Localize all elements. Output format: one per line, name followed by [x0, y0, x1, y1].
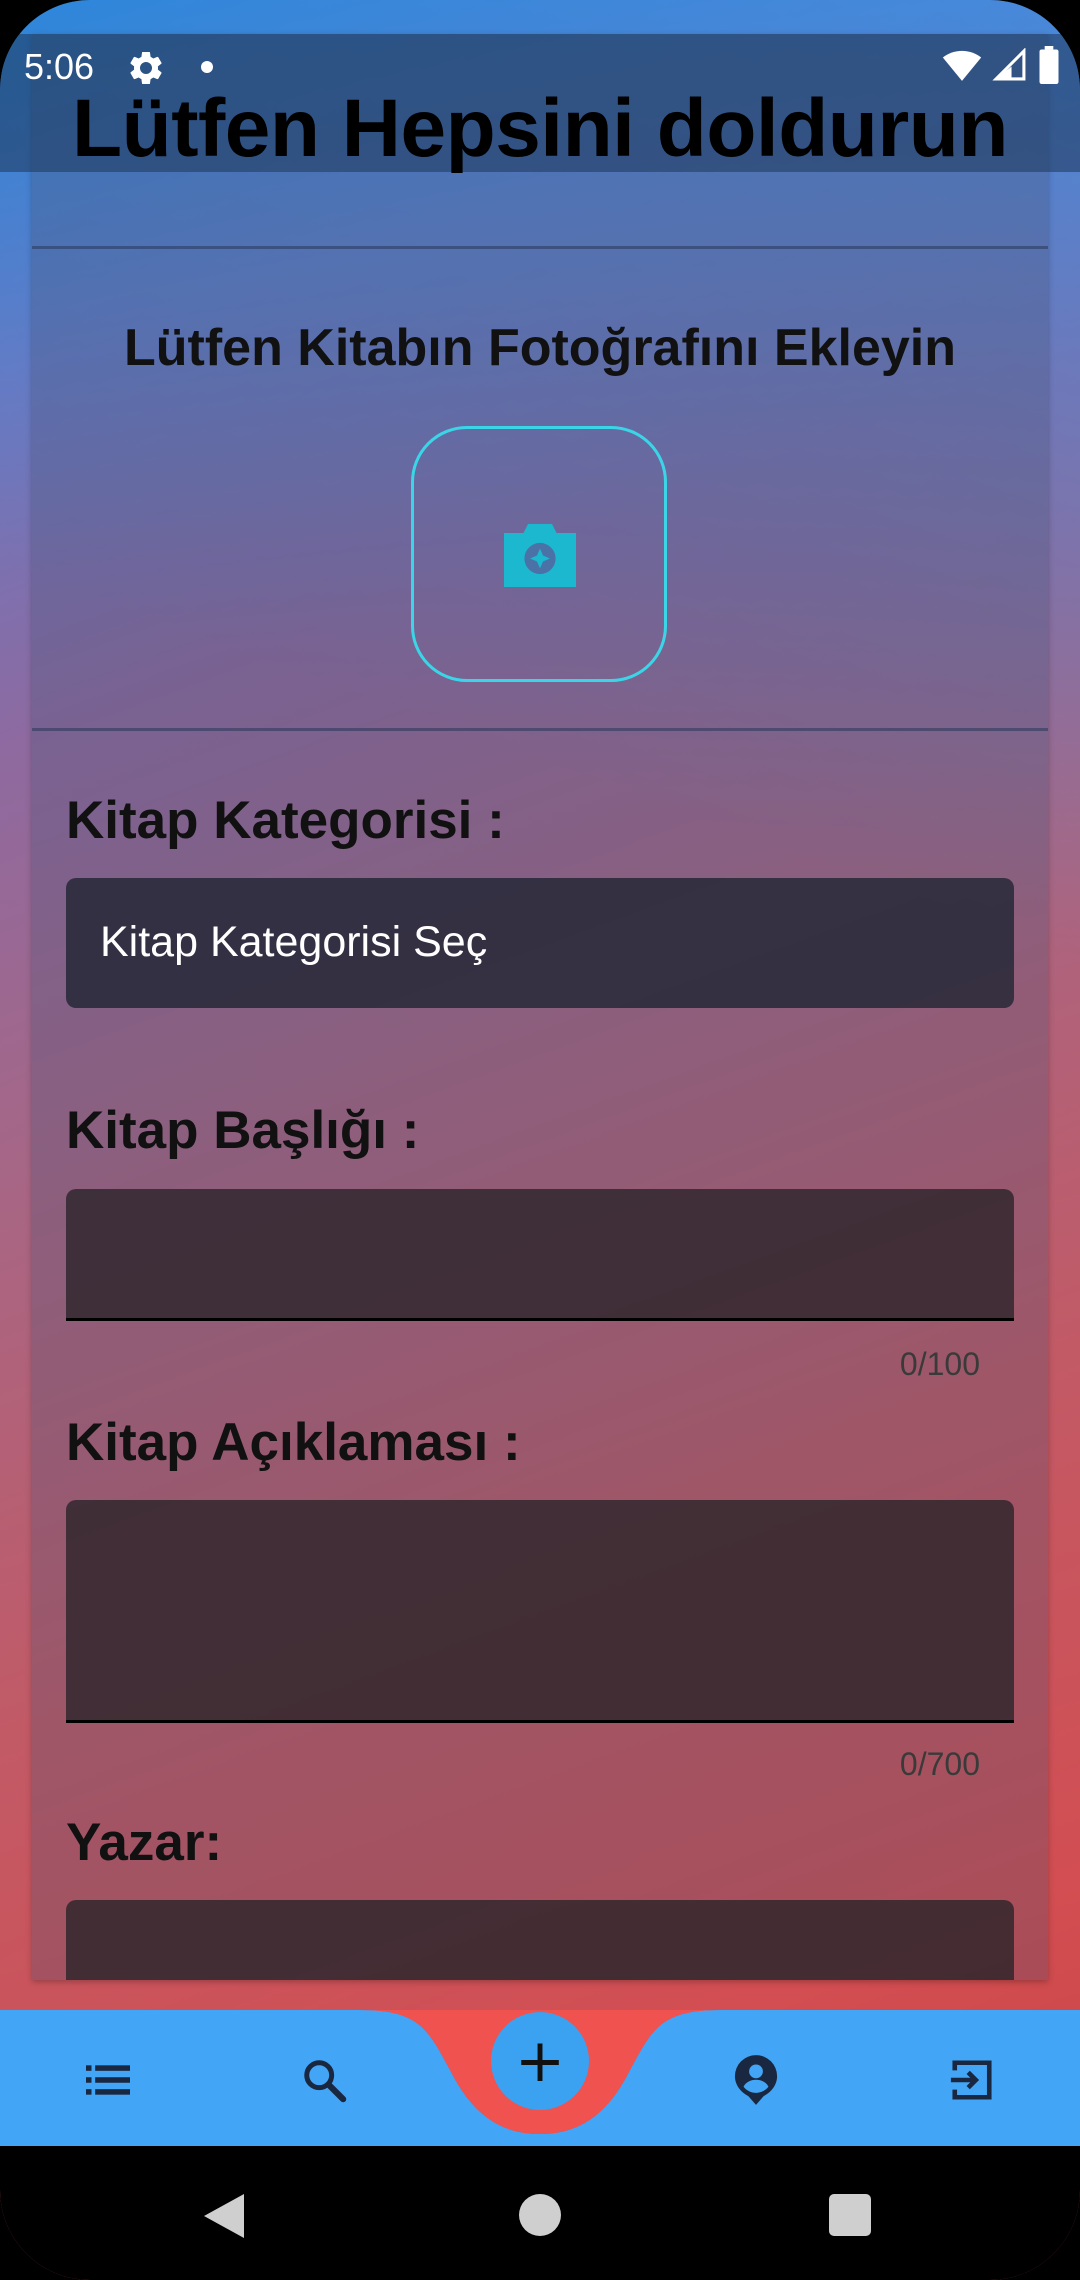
add-book-button[interactable]: + [491, 2012, 589, 2110]
search-icon [304, 2060, 347, 2103]
divider [32, 246, 1048, 249]
nav-profile-button[interactable] [716, 2040, 796, 2120]
title-label: Kitap Başlığı : [66, 1101, 420, 1160]
home-icon[interactable] [519, 2194, 561, 2236]
category-select-value: Kitap Kategorisi Seç [100, 918, 488, 966]
nav-logout-button[interactable] [932, 2040, 1012, 2120]
nav-search-button[interactable] [284, 2040, 364, 2120]
list-icon [86, 2065, 130, 2095]
photo-label: Lütfen Kitabın Fotoğrafını Ekleyin [124, 319, 956, 377]
notification-dot [201, 61, 213, 73]
add-photo-button[interactable] [411, 426, 667, 682]
wifi-icon [942, 50, 982, 81]
recents-icon[interactable] [829, 2194, 871, 2236]
account-pin-icon [734, 2055, 778, 2105]
author-input[interactable] [66, 1900, 1014, 1980]
system-nav-bar [0, 2146, 1080, 2280]
page-title: Lütfen Hepsini doldurun [72, 83, 1008, 174]
category-select[interactable]: Kitap Kategorisi Seç [66, 878, 1014, 1008]
title-input[interactable] [66, 1189, 1014, 1321]
author-label: Yazar: [66, 1813, 223, 1872]
description-counter: 0/700 [899, 1746, 980, 1782]
nav-list-button[interactable] [68, 2040, 148, 2120]
description-label: Kitap Açıklaması : [66, 1413, 521, 1472]
exit-icon [950, 2060, 992, 2100]
add-photo-camera-icon [504, 524, 576, 587]
status-icons [942, 46, 1060, 84]
app-screen: 5:06 Lütfen Hepsini doldurun Lütfen Kita… [0, 0, 1080, 2280]
signal-icon [992, 48, 1026, 81]
category-label: Kitap Kategorisi : [66, 791, 505, 850]
title-counter: 0/100 [899, 1346, 980, 1382]
battery-icon [1039, 46, 1059, 84]
back-icon[interactable] [203, 2194, 245, 2238]
divider [32, 728, 1048, 731]
description-input[interactable] [66, 1500, 1014, 1723]
